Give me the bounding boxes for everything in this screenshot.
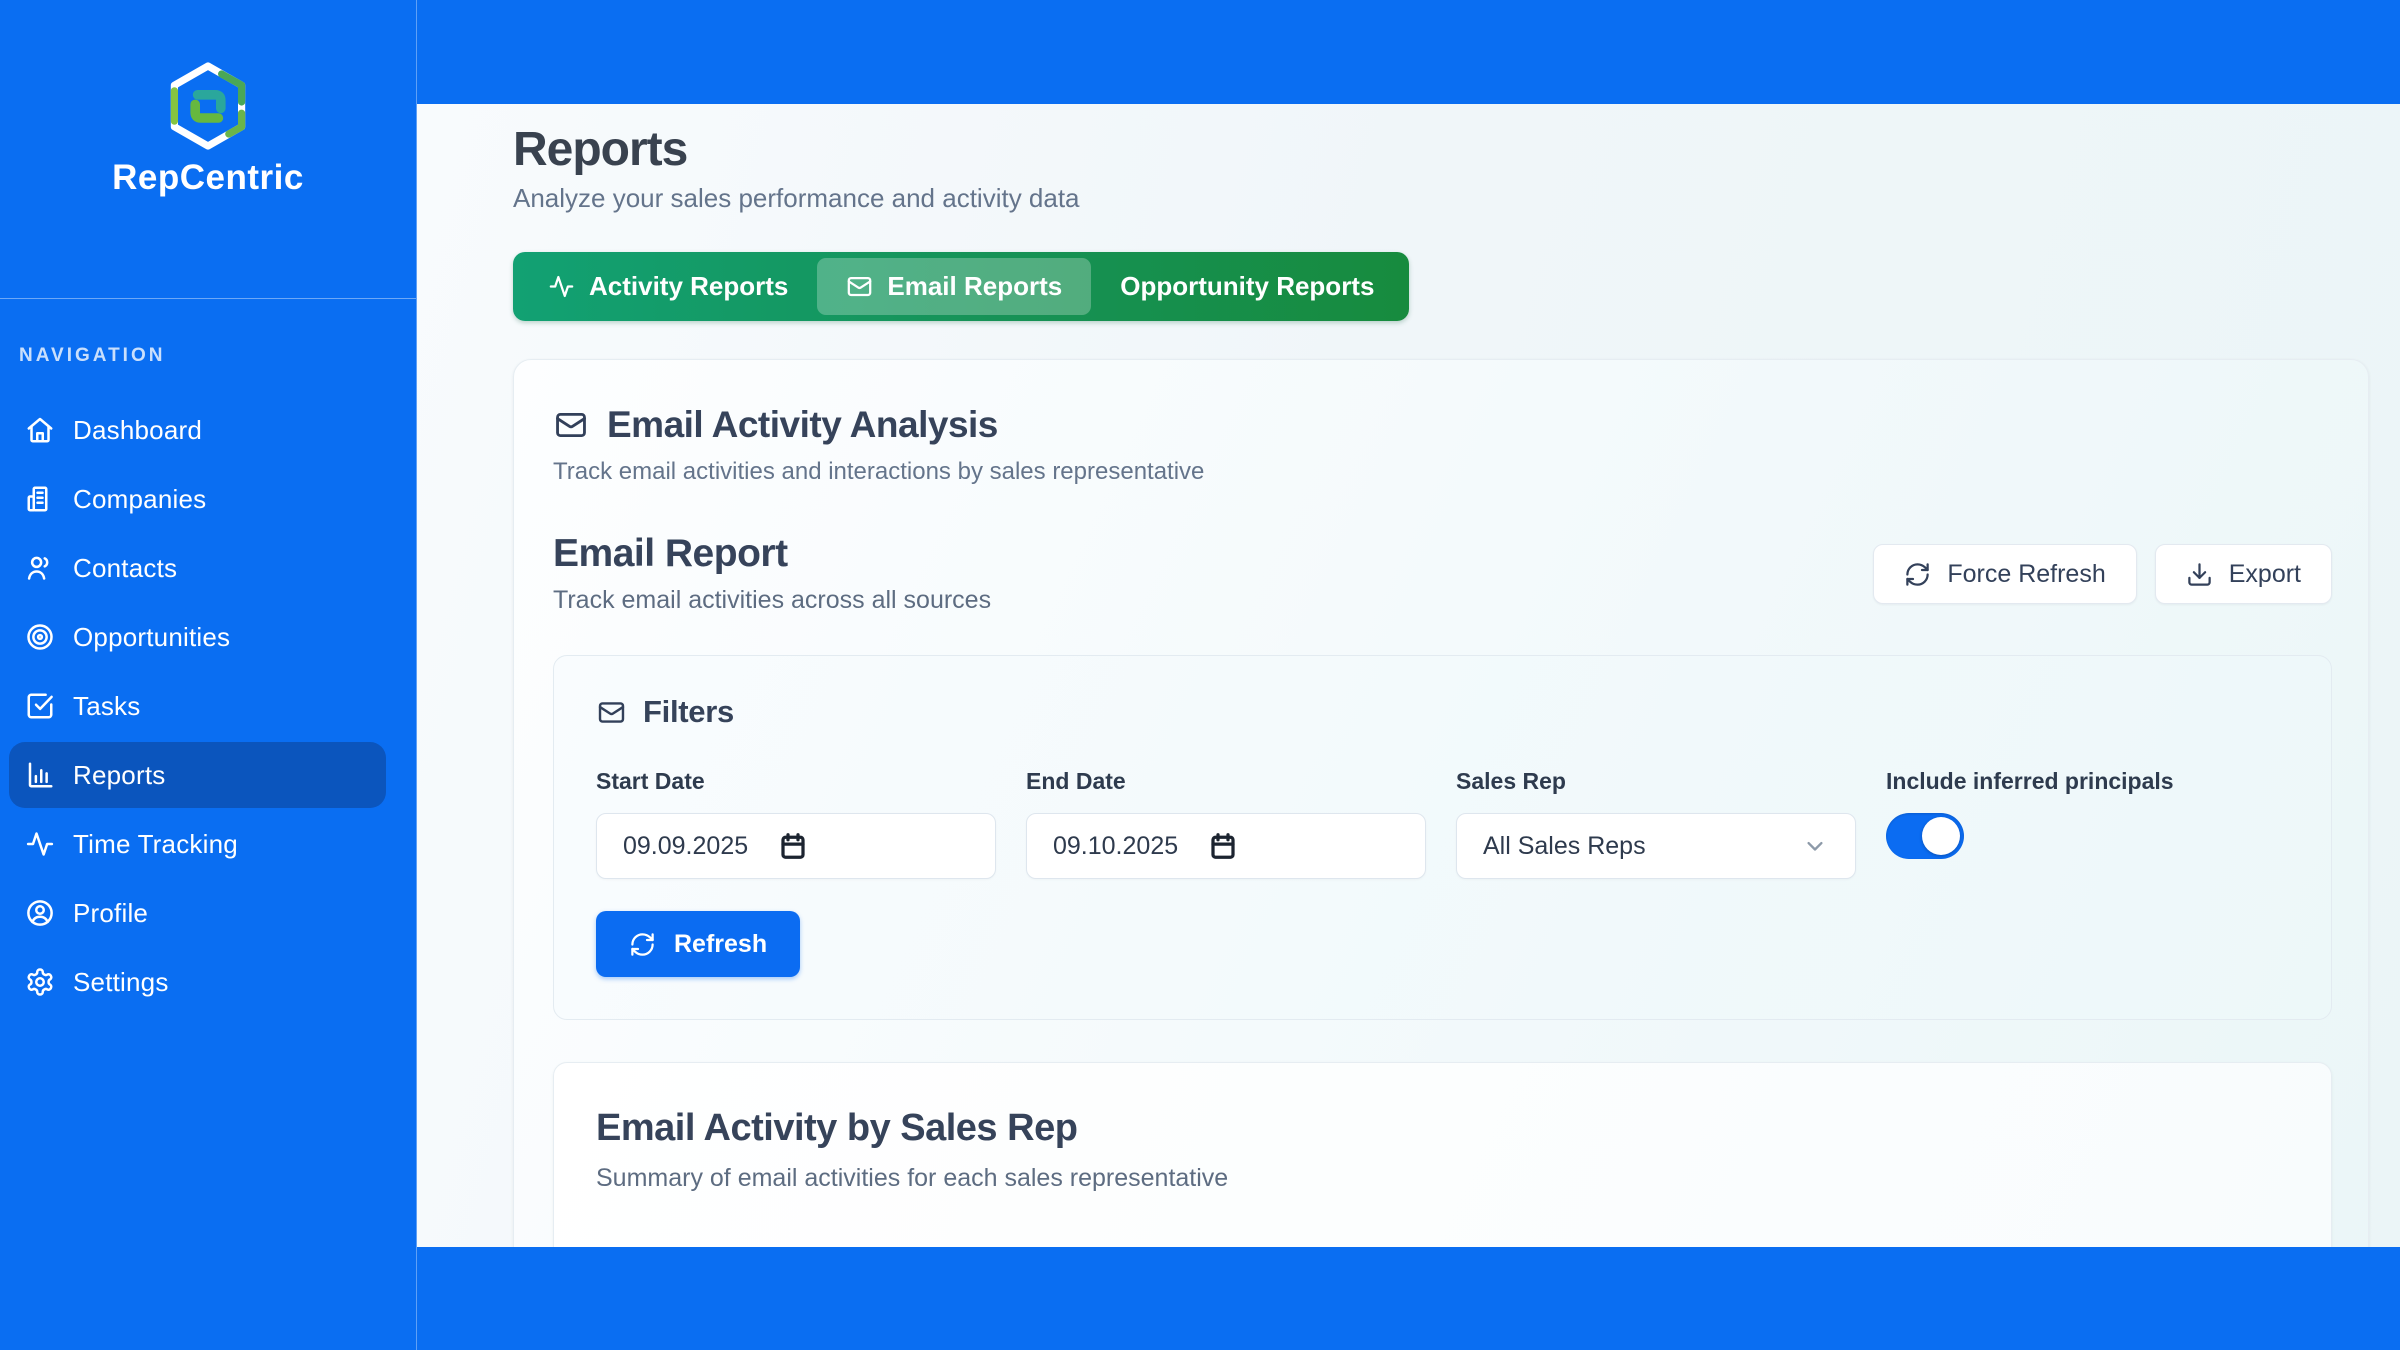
nav-item-label: Time Tracking (73, 829, 238, 860)
sales-rep-field: Sales Rep All Sales Reps (1456, 768, 1856, 879)
nav-item-label: Tasks (73, 691, 140, 722)
email-analysis-subtitle: Track email activities and interactions … (553, 458, 2332, 486)
force-refresh-button[interactable]: Force Refresh (1873, 544, 2136, 604)
calendar-icon[interactable] (778, 831, 808, 861)
nav-item-label: Companies (73, 484, 206, 515)
users-icon (25, 553, 55, 583)
tab-label: Opportunity Reports (1120, 271, 1374, 302)
force-refresh-label: Force Refresh (1947, 560, 2105, 589)
email-report-heading: Email Report Track email activities acro… (553, 532, 991, 615)
gear-icon (25, 967, 55, 997)
sidebar-item-tasks[interactable]: Tasks (9, 673, 386, 739)
email-activity-by-rep-title: Email Activity by Sales Rep (596, 1107, 2289, 1150)
bar-chart-icon (25, 760, 55, 790)
activity-icon (548, 273, 575, 300)
export-label: Export (2229, 560, 2301, 589)
sidebar-item-reports[interactable]: Reports (9, 742, 386, 808)
page-subtitle: Analyze your sales performance and activ… (513, 183, 2369, 214)
filter-grid: Start Date 09.09.2025 End Date 09.10.202… (596, 768, 2289, 879)
tab-label: Activity Reports (589, 271, 788, 302)
start-date-input[interactable]: 09.09.2025 (596, 813, 996, 879)
tab-opportunity-reports[interactable]: Opportunity Reports (1091, 258, 1403, 315)
home-icon (25, 415, 55, 445)
mail-icon (846, 273, 873, 300)
email-analysis-card: Email Activity Analysis Track email acti… (513, 359, 2369, 1247)
sidebar-item-profile[interactable]: Profile (9, 880, 386, 946)
start-date-value: 09.09.2025 (623, 832, 748, 861)
email-activity-by-rep-card: Email Activity by Sales Rep Summary of e… (553, 1062, 2332, 1247)
end-date-value: 09.10.2025 (1053, 832, 1178, 861)
nav-section-label: NAVIGATION (0, 345, 416, 367)
nav-item-label: Opportunities (73, 622, 230, 653)
tab-email-reports[interactable]: Email Reports (817, 258, 1091, 315)
email-analysis-header: Email Activity Analysis (553, 404, 2332, 446)
sidebar: RepCentric NAVIGATION Dashboard Companie… (0, 0, 417, 1350)
tab-activity-reports[interactable]: Activity Reports (519, 258, 817, 315)
end-date-label: End Date (1026, 768, 1426, 795)
sidebar-item-dashboard[interactable]: Dashboard (9, 397, 386, 463)
page-title: Reports (513, 122, 2369, 177)
nav-item-label: Profile (73, 898, 148, 929)
refresh-icon (1904, 561, 1931, 588)
email-analysis-title: Email Activity Analysis (607, 404, 998, 446)
repcentric-logo-icon (167, 62, 249, 150)
nav-item-label: Settings (73, 967, 169, 998)
end-date-field: End Date 09.10.2025 (1026, 768, 1426, 879)
report-tabs: Activity Reports Email Reports Opportuni… (513, 252, 1409, 321)
refresh-icon (629, 931, 656, 958)
sidebar-item-settings[interactable]: Settings (9, 949, 386, 1015)
include-inferred-principals-toggle[interactable] (1886, 813, 1964, 859)
sales-rep-label: Sales Rep (1456, 768, 1856, 795)
filters-header: Filters (596, 694, 2289, 730)
activity-icon (25, 829, 55, 859)
report-actions: Force Refresh Export (1873, 544, 2332, 604)
sales-rep-value: All Sales Reps (1483, 832, 1646, 861)
nav-item-label: Reports (73, 760, 165, 791)
target-icon (25, 622, 55, 652)
filters-title: Filters (643, 694, 734, 730)
include-inferred-field: Include inferred principals (1886, 768, 2289, 879)
chevron-down-icon (1801, 832, 1829, 860)
start-date-label: Start Date (596, 768, 996, 795)
email-report-row: Email Report Track email activities acro… (553, 532, 2332, 615)
filters-card: Filters Start Date 09.09.2025 End Date 0… (553, 655, 2332, 1020)
building-icon (25, 484, 55, 514)
export-button[interactable]: Export (2155, 544, 2332, 604)
user-circle-icon (25, 898, 55, 928)
brand-name: RepCentric (112, 158, 304, 198)
sidebar-item-time-tracking[interactable]: Time Tracking (9, 811, 386, 877)
sidebar-divider (0, 298, 416, 299)
sales-rep-select[interactable]: All Sales Reps (1456, 813, 1856, 879)
calendar-icon[interactable] (1208, 831, 1238, 861)
nav-item-label: Contacts (73, 553, 177, 584)
main-panel: Reports Analyze your sales performance a… (417, 104, 2400, 1247)
brand[interactable]: RepCentric (0, 0, 416, 198)
refresh-label: Refresh (674, 930, 767, 959)
download-icon (2186, 561, 2213, 588)
sidebar-item-opportunities[interactable]: Opportunities (9, 604, 386, 670)
email-report-subtitle: Track email activities across all source… (553, 586, 991, 615)
mail-icon (553, 408, 589, 442)
sidebar-item-companies[interactable]: Companies (9, 466, 386, 532)
end-date-input[interactable]: 09.10.2025 (1026, 813, 1426, 879)
nav-item-label: Dashboard (73, 415, 202, 446)
toggle-knob (1922, 817, 1960, 855)
sidebar-nav: Dashboard Companies Contacts Opportuniti… (0, 397, 416, 1018)
include-inferred-label: Include inferred principals (1886, 768, 2289, 795)
sidebar-item-contacts[interactable]: Contacts (9, 535, 386, 601)
check-square-icon (25, 691, 55, 721)
refresh-button[interactable]: Refresh (596, 911, 800, 977)
email-report-title: Email Report (553, 532, 991, 576)
tab-label: Email Reports (887, 271, 1062, 302)
email-activity-by-rep-subtitle: Summary of email activities for each sal… (596, 1164, 2289, 1193)
mail-icon (596, 698, 627, 727)
start-date-field: Start Date 09.09.2025 (596, 768, 996, 879)
